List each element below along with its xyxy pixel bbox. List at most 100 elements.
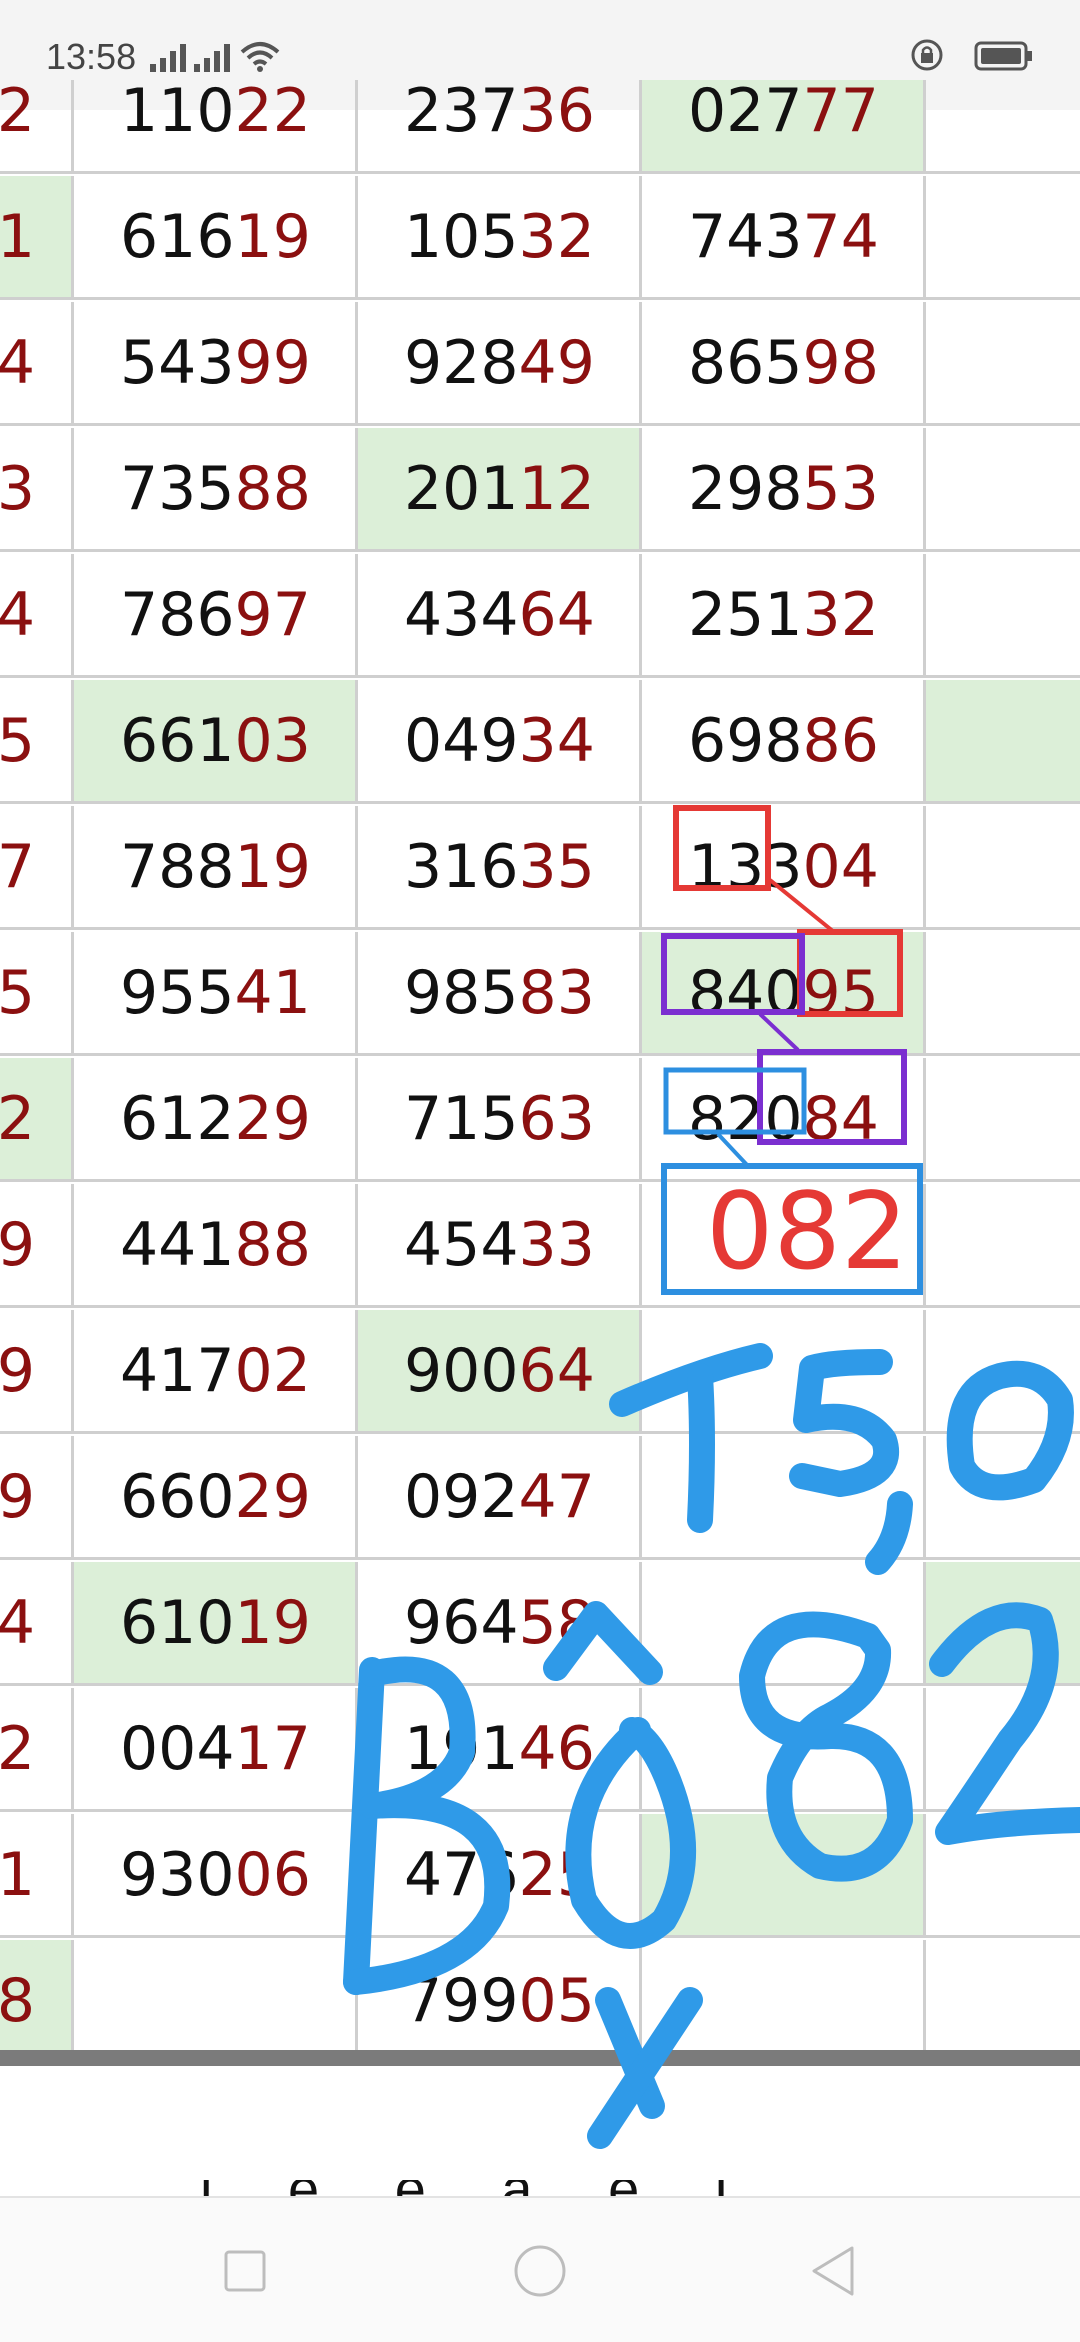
cell-number-tail: 74 [802, 201, 879, 272]
cell-number-lead: 786 [120, 579, 235, 650]
table-cell [926, 932, 1080, 1056]
wifi-icon [240, 42, 280, 72]
table-cell: 78819 [74, 806, 358, 930]
table-cell: 73588 [74, 428, 358, 552]
table-cell: 5 [0, 680, 74, 804]
table-cell: 61019 [74, 1562, 358, 1686]
table-cell [926, 1940, 1080, 2058]
table-cell: 84095 [642, 932, 926, 1056]
cell-number-tail: 02 [234, 1335, 311, 1406]
cell-number-tail: 63 [518, 1083, 595, 1154]
home-icon[interactable] [505, 2236, 575, 2306]
cell-number-tail: 19 [234, 1587, 311, 1658]
table-cell: 41702 [74, 1310, 358, 1434]
table-cell [642, 1940, 926, 2058]
table-cell: 54399 [74, 302, 358, 426]
cell-number-tail: 95 [802, 957, 879, 1028]
signal-icon [150, 44, 186, 72]
table-cell: 78697 [74, 554, 358, 678]
cell-number-lead: 251 [688, 579, 803, 650]
table-cell [926, 1688, 1080, 1812]
table-cell [926, 1436, 1080, 1560]
cell-number-tail: 8 [0, 1965, 35, 2036]
cell-number-lead: 610 [120, 1587, 235, 1658]
cell-number-tail: 97 [234, 579, 311, 650]
cell-number-tail: 9 [0, 1209, 35, 1280]
cell-number-tail: 19 [234, 201, 311, 272]
table-cell [642, 1184, 926, 1308]
table-cell: 66029 [74, 1436, 358, 1560]
cell-number-tail: 33 [518, 1209, 595, 1280]
cell-number-lead: 661 [120, 705, 235, 776]
table-cell: 13304 [642, 806, 926, 930]
cell-number-lead: 743 [688, 201, 803, 272]
table-cell [926, 1310, 1080, 1434]
cell-number-tail: 9 [0, 1461, 35, 1532]
cell-number-tail: 32 [802, 579, 879, 650]
cell-number-tail: 41 [234, 957, 311, 1028]
cell-number-lead: 930 [120, 1839, 235, 1910]
navigation-bar [0, 2196, 1080, 2342]
cell-number-lead: 133 [688, 831, 803, 902]
table-row: 9 66029 09247 [0, 1436, 1080, 1562]
status-time: 13:58 [46, 36, 137, 77]
cell-number-tail: 77 [802, 80, 879, 146]
cell-number-tail: 17 [234, 1713, 311, 1784]
cell-number-tail: 99 [234, 327, 311, 398]
cell-number-tail: 2 [0, 80, 35, 146]
table-row: 4 78697 43464 25132 [0, 554, 1080, 680]
cell-number-tail: 49 [518, 327, 595, 398]
cell-number-lead: 298 [688, 453, 803, 524]
table-row: 7 78819 31635 13304 [0, 806, 1080, 932]
table-cell: 79905 [358, 1940, 642, 2058]
table-row: 1 93006 47625 [0, 1814, 1080, 1940]
table-cell: 2 [0, 1058, 74, 1182]
table-cell: 86598 [642, 302, 926, 426]
cell-number-tail: 29 [234, 1461, 311, 1532]
recent-apps-icon[interactable] [210, 2236, 280, 2306]
back-icon[interactable] [800, 2236, 870, 2306]
table-row: 4 54399 92849 86598 [0, 302, 1080, 428]
table-row: 5 95541 98583 84095 [0, 932, 1080, 1058]
table-row: 8 79905 [0, 1940, 1080, 2058]
table-cell [642, 1814, 926, 1938]
table-cell: 10532 [358, 176, 642, 300]
table-cell: 90064 [358, 1310, 642, 1434]
cell-number-tail: 12 [518, 453, 595, 524]
table-row: 1 61619 10532 74374 [0, 176, 1080, 302]
table-cell: 47625 [358, 1814, 642, 1938]
cell-number-tail: 5 [0, 705, 35, 776]
cell-number-tail: 64 [518, 1335, 595, 1406]
table-cell: 74374 [642, 176, 926, 300]
cell-number-lead: 191 [404, 1713, 519, 1784]
table-cell [642, 1436, 926, 1560]
cell-number-lead: 964 [404, 1587, 519, 1658]
table-cell [926, 1058, 1080, 1182]
cell-number-lead: 660 [120, 1461, 235, 1532]
table-cell [642, 1310, 926, 1434]
table-cell [926, 80, 1080, 174]
cell-number-tail: 47 [518, 1461, 595, 1532]
table-cell: 9 [0, 1184, 74, 1308]
table-bottom-border [0, 2050, 1080, 2066]
cell-number-lead: 092 [404, 1461, 519, 1532]
cell-number-tail: 05 [518, 1965, 595, 2036]
table-cell: 3 [0, 428, 74, 552]
table-row: 2 00417 19146 [0, 1688, 1080, 1814]
table-row: 2 61229 71563 82084 [0, 1058, 1080, 1184]
cell-number-lead: 417 [120, 1335, 235, 1406]
cell-number-lead: 201 [404, 453, 519, 524]
table-cell: 8 [0, 1940, 74, 2058]
cell-number-lead: 865 [688, 327, 803, 398]
cell-number-tail: 06 [234, 1839, 311, 1910]
results-table[interactable]: 2 11022 23736 02777 1 61619 10532 74374 4 54399 92… [0, 80, 1080, 2058]
table-cell: 9 [0, 1436, 74, 1560]
table-cell: 4 [0, 554, 74, 678]
table-cell: 43464 [358, 554, 642, 678]
table-cell: 92849 [358, 302, 642, 426]
table-cell: 95541 [74, 932, 358, 1056]
cell-number-tail: 34 [518, 705, 595, 776]
cell-number-lead: 110 [120, 80, 235, 146]
cell-number-tail: 9 [0, 1335, 35, 1406]
table-cell: 61229 [74, 1058, 358, 1182]
